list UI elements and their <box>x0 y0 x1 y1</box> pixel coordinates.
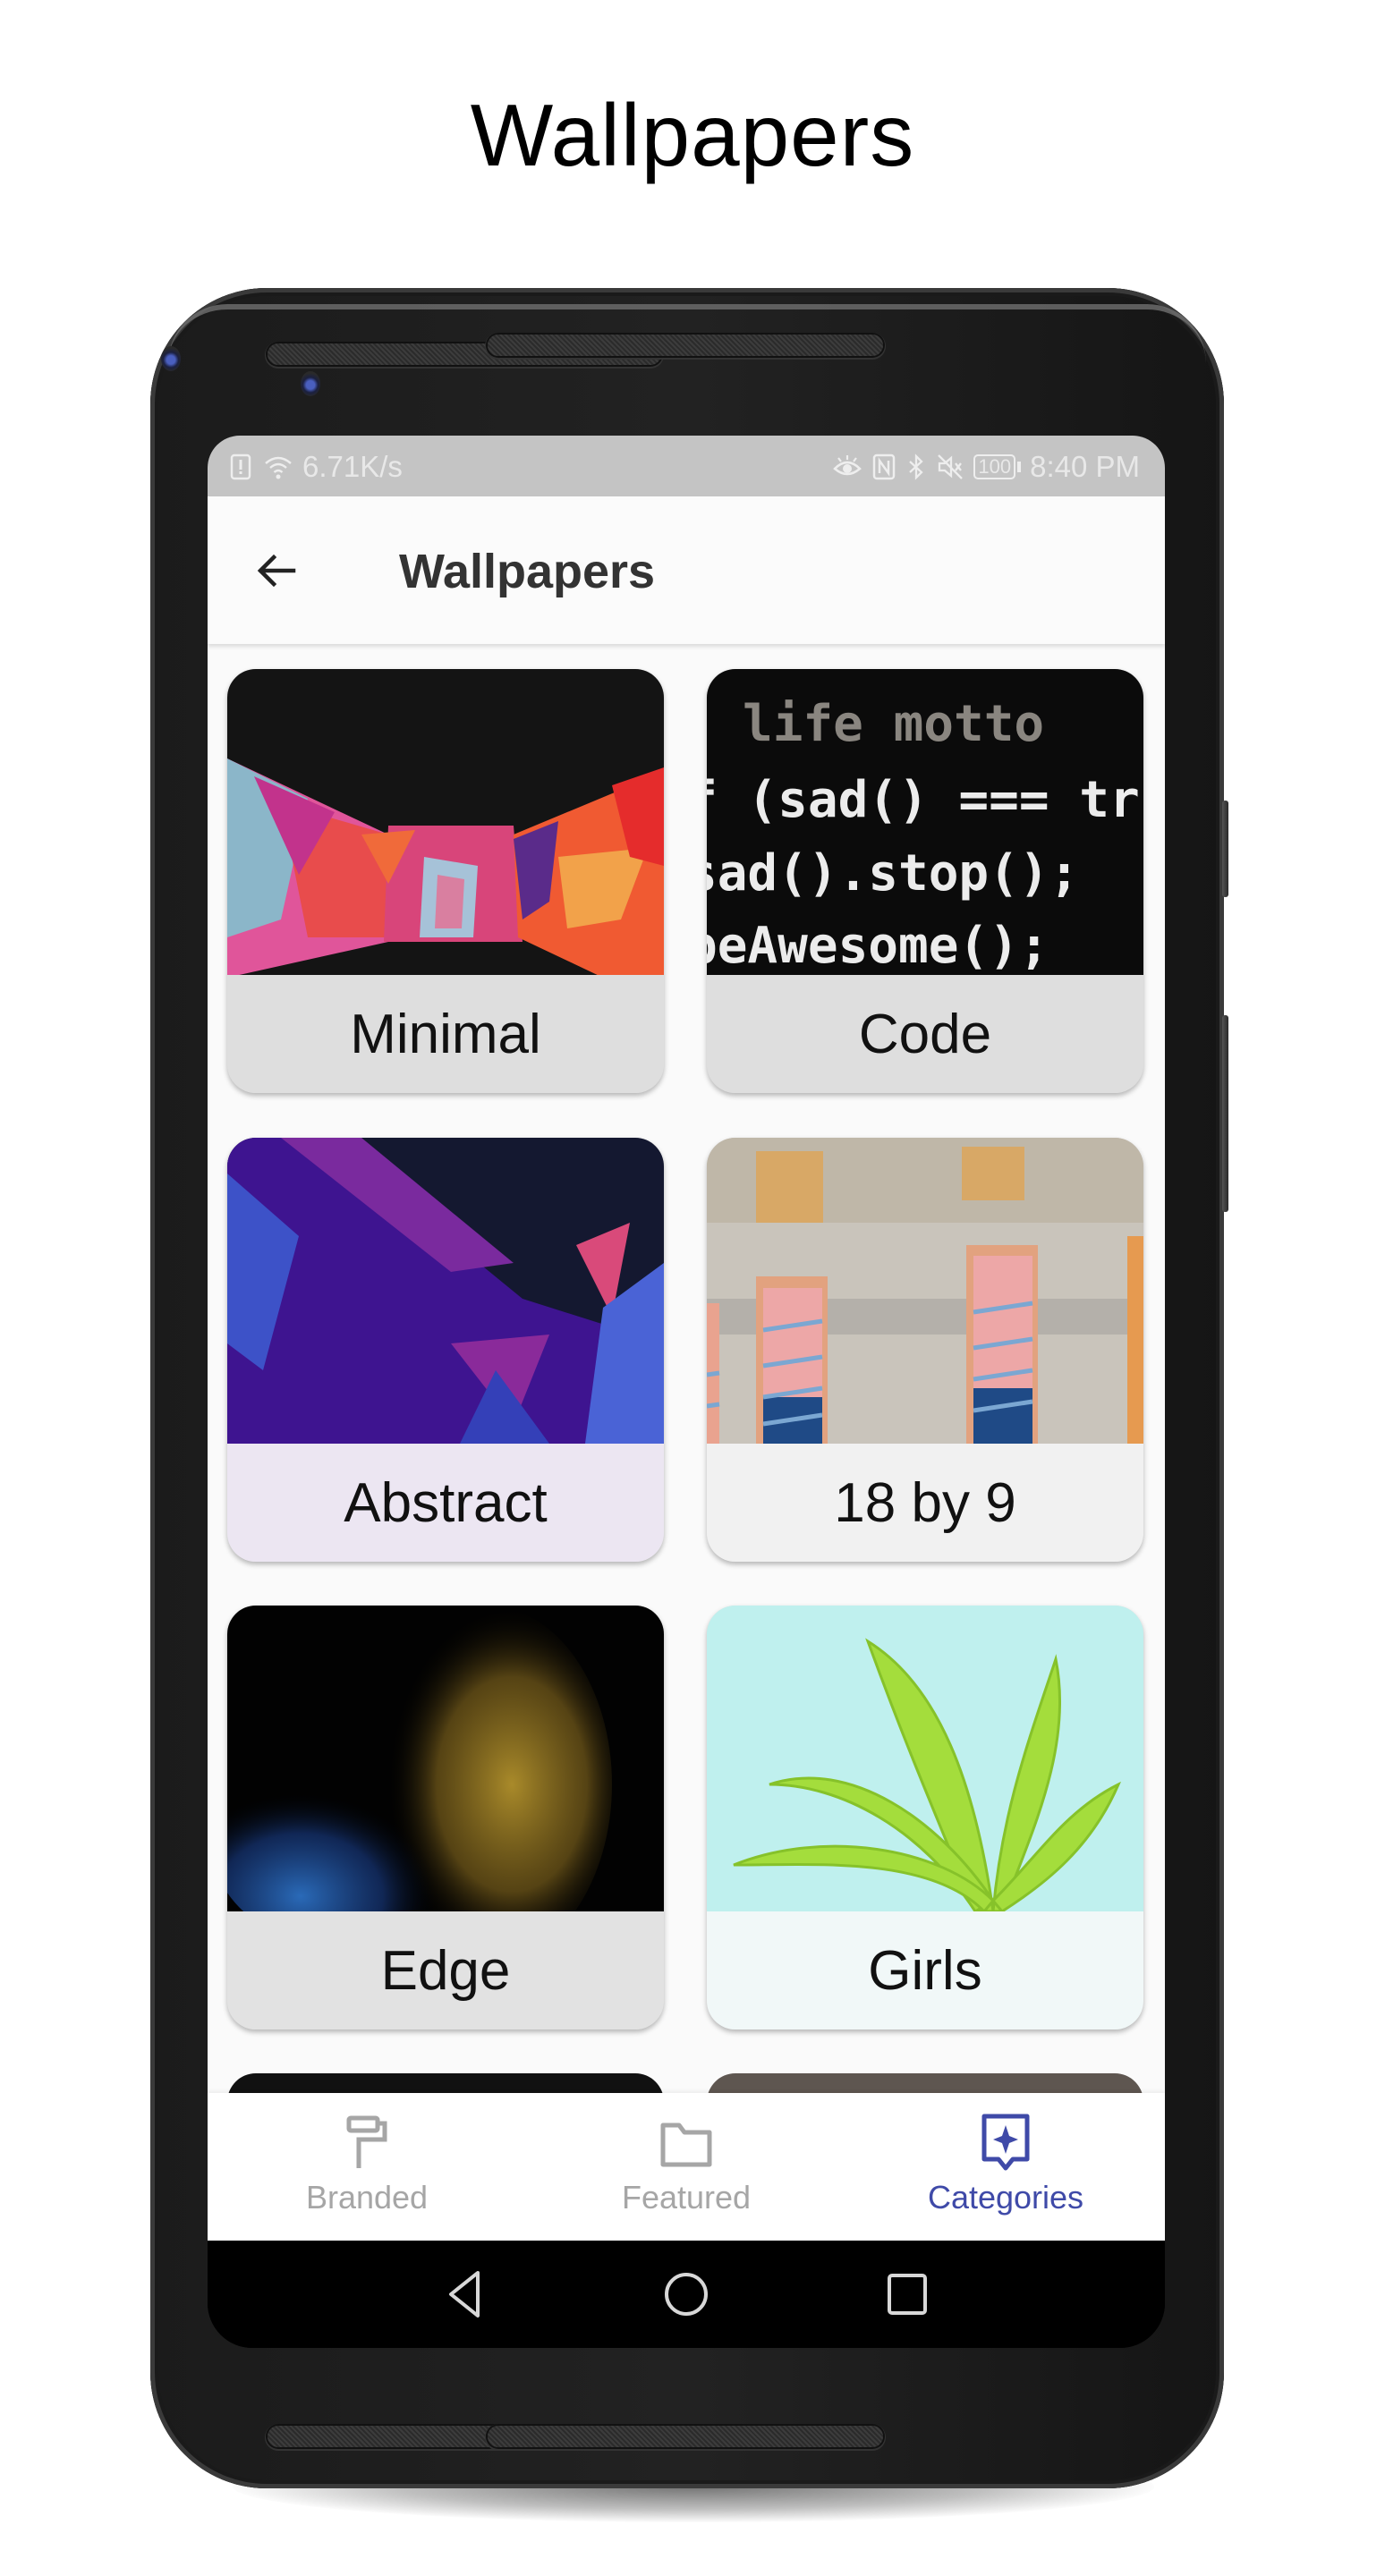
card-label-band: 18 by 9 <box>707 1444 1143 1562</box>
back-button[interactable] <box>254 548 299 593</box>
wifi-icon <box>265 456 292 479</box>
status-time: 8:40 PM <box>1030 450 1140 483</box>
status-bar: 6.71K/s 100 8:40 PM <box>208 436 1165 496</box>
abstract-thumbnail <box>227 1138 664 1444</box>
mute-icon <box>938 454 964 479</box>
category-card-next-left[interactable] <box>227 2073 664 2093</box>
category-card-minimal[interactable]: Minimal <box>227 669 664 1093</box>
back-triangle-icon[interactable] <box>438 2267 492 2321</box>
category-label: Girls <box>868 1939 982 2002</box>
network-speed: 6.71K/s <box>302 450 403 483</box>
nav-label: Categories <box>927 2179 1084 2216</box>
category-label: Abstract <box>344 1471 548 1534</box>
svg-text:beAwesome();: beAwesome(); <box>707 917 1049 975</box>
earpiece-speaker-grille <box>488 335 883 356</box>
palm-tree-thumbnail <box>707 1606 1143 1911</box>
system-nav-bar <box>208 2241 1165 2348</box>
battery-icon: 100 <box>973 454 1022 479</box>
promo-title: Wallpapers <box>470 86 915 184</box>
folder-icon <box>660 2123 712 2167</box>
nav-item-featured[interactable]: Featured <box>527 2093 845 2241</box>
front-camera <box>161 346 181 371</box>
eye-comfort-icon <box>833 455 862 476</box>
card-label-band: Edge <box>227 1911 664 2029</box>
paint-roller-icon <box>346 2115 387 2168</box>
nav-label: Featured <box>621 2179 752 2216</box>
category-label: Code <box>858 1003 992 1065</box>
category-grid: Minimal life motto f (sad() === tr sad()… <box>208 644 1165 2093</box>
minimal-thumbnail <box>227 669 664 975</box>
home-circle-icon[interactable] <box>659 2267 713 2321</box>
front-camera-lens <box>301 371 320 396</box>
category-label: Minimal <box>350 1003 541 1065</box>
category-card-18-by-9[interactable]: 18 by 9 <box>707 1138 1143 1562</box>
nav-label: Branded <box>305 2179 429 2216</box>
code-thumbnail: life motto f (sad() === tr sad().stop();… <box>707 669 1143 975</box>
battery-level: 100 <box>973 454 1016 479</box>
bottom-speaker-grille <box>488 2426 883 2447</box>
card-label-band: Abstract <box>227 1444 664 1562</box>
bluetooth-icon <box>909 453 924 480</box>
svg-text:life motto: life motto <box>743 695 1044 753</box>
recents-square-icon[interactable] <box>880 2267 934 2321</box>
category-card-code[interactable]: life motto f (sad() === tr sad().stop();… <box>707 669 1143 1093</box>
nav-item-branded[interactable]: Branded <box>208 2093 526 2241</box>
category-card-abstract[interactable]: Abstract <box>227 1138 664 1562</box>
volume-button <box>1222 1015 1228 1212</box>
bottom-nav: Branded Featured Categories <box>208 2093 1165 2241</box>
svg-text:sad().stop();: sad().stop(); <box>707 844 1079 902</box>
category-card-girls[interactable]: Girls <box>707 1606 1143 2029</box>
card-label-band: Girls <box>707 1911 1143 2029</box>
edge-thumbnail <box>227 1606 664 1911</box>
power-button <box>1222 801 1228 897</box>
category-label: Edge <box>380 1939 511 2002</box>
phone-screen: 6.71K/s 100 8:40 PM Wallpapers Minimal l… <box>208 436 1165 2348</box>
building-thumbnail <box>707 1138 1143 1444</box>
app-bar: Wallpapers <box>208 496 1165 644</box>
nav-item-categories[interactable]: Categories <box>846 2093 1165 2241</box>
category-label: 18 by 9 <box>834 1471 1016 1534</box>
sim-alert-icon <box>230 453 251 480</box>
svg-text:f (sad() === tr: f (sad() === tr <box>707 771 1140 829</box>
card-label-band: Minimal <box>227 975 664 1093</box>
sparkle-badge-icon <box>981 2114 1030 2171</box>
category-card-next-right[interactable] <box>707 2073 1143 2093</box>
nfc-icon <box>873 453 896 480</box>
category-card-edge[interactable]: Edge <box>227 1606 664 2029</box>
card-label-band: Code <box>707 975 1143 1093</box>
app-bar-title: Wallpapers <box>399 545 656 598</box>
